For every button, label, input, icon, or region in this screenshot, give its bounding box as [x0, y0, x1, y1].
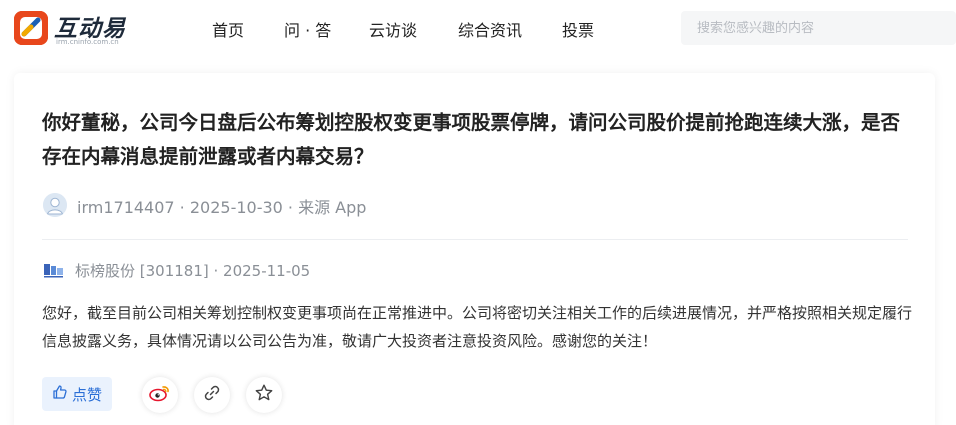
user-avatar-icon	[43, 193, 67, 217]
star-icon	[254, 383, 274, 407]
question-title: 你好董秘，公司今日盘后公布筹划控股权变更事项股票停牌，请问公司股价提前抢跑连续大…	[42, 111, 901, 168]
share-weibo-button[interactable]	[142, 377, 178, 413]
favorite-button[interactable]	[246, 377, 282, 413]
thumbs-up-icon	[52, 384, 68, 404]
search-input[interactable]	[681, 11, 956, 45]
top-navigation-bar: 互动易 irm.cninfo.com.cn 首页 问 · 答 云访谈 综合资讯 …	[0, 0, 956, 58]
qa-card: 你好董秘，公司今日盘后公布筹划控股权变更事项股票停牌，请问公司股价提前抢跑连续大…	[14, 73, 935, 425]
search-box	[681, 11, 956, 45]
copy-link-button[interactable]	[194, 377, 230, 413]
link-icon	[203, 384, 221, 406]
company-meta[interactable]: 标榜股份 [301181] · 2025-11-05	[75, 260, 310, 281]
weibo-icon	[149, 384, 171, 406]
like-button[interactable]: 点赞	[42, 377, 112, 411]
nav-item-home[interactable]: 首页	[212, 17, 244, 41]
logo-subtext: irm.cninfo.com.cn	[56, 38, 119, 46]
nav-item-vote[interactable]: 投票	[562, 17, 594, 41]
asker-meta: irm1714407 · 2025-10-30 · 来源 App	[77, 198, 367, 217]
nav-item-qa[interactable]: 问 · 答	[284, 17, 331, 41]
company-logo-icon	[43, 260, 65, 280]
like-label: 点赞	[71, 385, 102, 404]
nav-item-cloud-interview[interactable]: 云访谈	[369, 17, 417, 41]
nav-item-news[interactable]: 综合资讯	[458, 17, 522, 41]
logo-badge-icon	[14, 11, 48, 45]
answer-text: 您好，截至目前公司相关筹划控制权变更事项尚在正常推进中。公司将密切关注相关工作的…	[42, 304, 913, 350]
divider	[42, 239, 908, 240]
site-logo[interactable]: 互动易 irm.cninfo.com.cn	[14, 8, 144, 50]
